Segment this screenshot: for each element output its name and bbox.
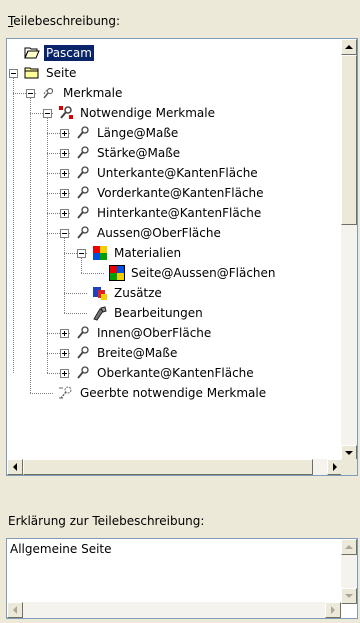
tree-node-label[interactable]: Hinterkante@KantenFläche [95,205,263,221]
additions-icon [92,285,108,301]
tree-node-label[interactable]: Aussen@OberFläche [95,225,223,241]
description-vertical-scrollbar[interactable] [341,539,357,604]
tree-node[interactable]: Länge@Maße [60,123,180,143]
tree-node-label[interactable]: Oberkante@KantenFläche [95,365,256,381]
expand-icon[interactable] [60,348,69,358]
arrow-up-icon [345,545,353,549]
tree-node-label[interactable]: Seite@Aussen@Flächen [129,265,278,281]
tree-node-label[interactable]: Geerbte notwendige Merkmale [78,385,268,401]
description-text: Allgemeine Seite [10,542,112,556]
tree-viewport: Pascam Seite Merkmale Notwendige Merkmale Lä… [7,39,343,461]
processing-icon [92,305,108,321]
materials-icon [92,245,108,261]
tree-scroll-left-button[interactable] [7,459,23,475]
tree-node-label[interactable]: Pascam [43,44,95,62]
tree-node[interactable]: Zusätze [77,283,164,303]
tree-horizontal-scroll-thumb[interactable] [23,459,313,475]
feature-icon [75,365,91,381]
tree-node[interactable]: Seite@Aussen@Flächen [94,263,278,283]
tree-node-label[interactable]: Merkmale [61,85,124,101]
required-features-icon [58,105,74,121]
tree-node-label[interactable]: Notwendige Merkmale [78,105,217,121]
tree-node[interactable]: Pascam [9,43,95,63]
collapse-icon[interactable] [43,108,52,118]
tree-vertical-scroll-thumb[interactable] [341,55,357,225]
tree-node[interactable]: Notwendige Merkmale [43,103,217,123]
description-scroll-left-button[interactable] [7,602,23,618]
arrow-left-icon [13,463,17,471]
feature-icon [75,125,91,141]
tree-node-label[interactable]: Zusätze [112,285,164,301]
feature-icon [75,325,91,341]
feature-icon [75,345,91,361]
tree-node-label[interactable]: Bearbeitungen [112,305,205,321]
collapse-icon[interactable] [77,248,86,258]
tree-panel-label-text: eilebeschreibung: [13,14,121,28]
tree-connector-line [30,98,31,393]
tree-node[interactable]: Oberkante@KantenFläche [60,363,256,383]
tree-node[interactable]: Stärke@Maße [60,143,182,163]
tree-node[interactable]: Bearbeitungen [77,303,205,323]
tree-node[interactable]: Breite@Maße [60,343,179,363]
description-scroll-down-button[interactable] [341,588,357,604]
tree-panel-label: Teilebeschreibung: [8,14,120,28]
tree-connector-line [47,118,48,373]
inherited-features-icon [58,385,74,401]
expand-icon[interactable] [60,168,69,178]
feature-icon [75,185,91,201]
expand-icon[interactable] [60,368,69,378]
collapse-icon[interactable] [26,88,35,98]
description-scroll-right-button[interactable] [325,602,341,618]
feature-icon [75,225,91,241]
tree-node[interactable]: Materialien [77,243,183,263]
tree-node[interactable]: Vorderkante@KantenFläche [60,183,266,203]
tree-node[interactable]: Geerbte notwendige Merkmale [43,383,268,403]
arrow-up-icon [345,45,353,49]
features-icon [41,85,57,101]
tree-node-label[interactable]: Breite@Maße [95,345,179,361]
tree-node-label[interactable]: Innen@OberFläche [95,325,213,341]
tree-connector-line [13,78,14,373]
folder-icon [24,65,40,81]
description-textbox[interactable]: Allgemeine Seite [6,538,358,619]
tree-node[interactable]: Merkmale [26,83,124,103]
tree-horizontal-scrollbar[interactable] [7,459,343,475]
expand-icon[interactable] [60,328,69,338]
tree-node[interactable]: Unterkante@KantenFläche [60,163,260,183]
description-panel-label: Erklärung zur Teilebeschreibung: [8,514,205,528]
tree-node-label[interactable]: Unterkante@KantenFläche [95,165,260,181]
tree-node[interactable]: Aussen@OberFläche [60,223,223,243]
arrow-right-icon [331,606,335,614]
collapse-icon[interactable] [60,228,69,238]
feature-icon [75,205,91,221]
scrollbar-corner [341,459,357,475]
tree-node-label[interactable]: Seite [44,65,78,81]
arrow-down-icon [345,594,353,598]
tree-node-label[interactable]: Stärke@Maße [95,145,182,161]
tree-connector-line [64,238,65,313]
arrow-down-icon [345,451,353,455]
tree-node-label[interactable]: Materialien [112,245,183,261]
arrow-right-icon [333,463,337,471]
arrow-left-icon [13,606,17,614]
tree-node[interactable]: Hinterkante@KantenFläche [60,203,263,223]
tree-node[interactable]: Innen@OberFläche [60,323,213,343]
expand-icon[interactable] [60,208,69,218]
collapse-icon[interactable] [9,68,18,78]
material-icon [109,265,125,281]
tree-node[interactable]: Seite [9,63,78,83]
tree-vertical-scrollbar[interactable] [341,39,357,461]
expand-icon[interactable] [60,188,69,198]
tree-node-label[interactable]: Länge@Maße [95,125,180,141]
description-scroll-up-button[interactable] [341,539,357,555]
expand-icon[interactable] [60,128,69,138]
description-horizontal-scrollbar[interactable] [7,602,341,618]
feature-icon [75,145,91,161]
tree-node-label[interactable]: Vorderkante@KantenFläche [95,185,266,201]
feature-icon [75,165,91,181]
tree-scroll-up-button[interactable] [341,39,357,55]
expand-icon[interactable] [60,148,69,158]
open-folder-icon [24,45,40,61]
parts-description-tree[interactable]: Pascam Seite Merkmale Notwendige Merkmale Lä… [6,38,358,476]
